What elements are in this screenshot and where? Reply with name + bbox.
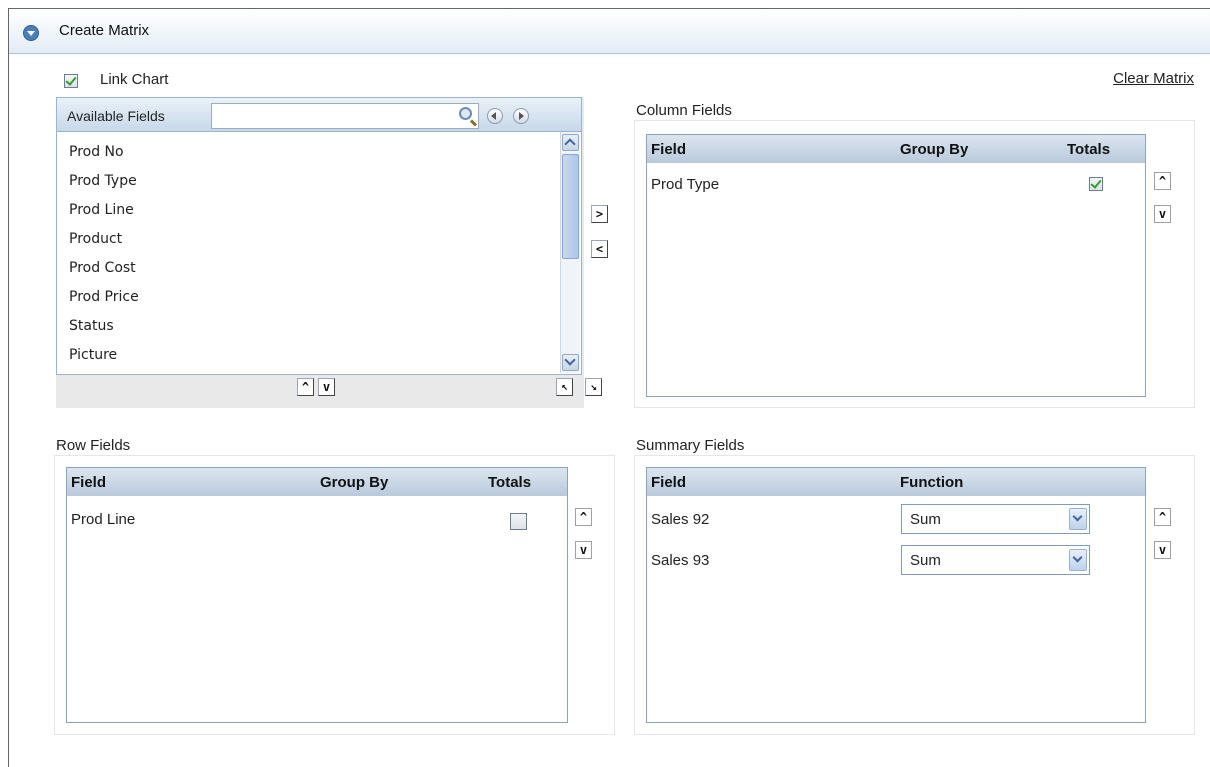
scroll-down-icon[interactable] [562, 354, 579, 371]
column-fields-grid[interactable]: Field Group By Totals Prod Type [646, 134, 1146, 397]
summary-fields-title: Summary Fields [636, 437, 745, 454]
available-fields-title: Available Fields [67, 108, 165, 124]
remove-field-button[interactable]: < [591, 240, 608, 258]
totals-checkbox[interactable] [510, 513, 527, 530]
clear-matrix-link[interactable]: Clear Matrix [1113, 70, 1194, 87]
summary-fields-grid[interactable]: Field Function Sales 92 Sum Sales 93 Sum [646, 467, 1146, 723]
move-item-up-button[interactable]: ^ [297, 378, 314, 396]
list-scrollbar[interactable] [560, 132, 580, 373]
list-item[interactable]: Prod Line [69, 202, 134, 218]
list-item[interactable]: Prod Price [69, 289, 139, 305]
collapse-toggle-icon[interactable] [23, 25, 39, 41]
function-select-value: Sum [910, 552, 941, 569]
available-fields-list[interactable]: Prod No Prod Type Prod Line Product Prod… [56, 132, 582, 375]
list-item[interactable]: Product [69, 231, 122, 247]
link-chart-checkbox[interactable] [64, 74, 78, 88]
available-fields-panel: Available Fields Prod No Prod Type Prod … [56, 97, 584, 408]
table-row-field[interactable]: Sales 93 [651, 552, 709, 569]
panel-title: Create Matrix [59, 22, 150, 39]
table-row-field[interactable]: Sales 92 [651, 511, 709, 528]
table-row-field[interactable]: Prod Type [651, 176, 719, 193]
list-item[interactable]: Prod Type [69, 173, 137, 189]
function-select[interactable]: Sum [901, 504, 1090, 534]
header-field[interactable]: Field [651, 141, 686, 158]
move-item-down-button[interactable]: v [318, 378, 335, 396]
list-item[interactable]: Prod Cost [69, 260, 136, 276]
available-fields-header: Available Fields [56, 97, 582, 132]
scroll-up-icon[interactable] [562, 134, 579, 151]
next-page-icon[interactable] [513, 108, 529, 124]
header-totals[interactable]: Totals [488, 474, 531, 491]
list-item[interactable]: Prod No [69, 144, 124, 160]
column-fields-title: Column Fields [636, 102, 732, 119]
header-function[interactable]: Function [900, 474, 963, 491]
column-move-up-button[interactable]: ^ [1154, 172, 1171, 190]
previous-page-icon[interactable] [487, 108, 503, 124]
search-icon[interactable] [459, 107, 472, 120]
row-move-down-button[interactable]: v [575, 541, 592, 559]
table-row-field[interactable]: Prod Line [71, 511, 135, 528]
row-fields-title: Row Fields [56, 437, 131, 454]
link-chart-label: Link Chart [100, 71, 169, 88]
summary-move-down-button[interactable]: v [1154, 541, 1171, 559]
shrink-list-icon[interactable]: ↘ [585, 378, 602, 396]
field-search-input[interactable] [211, 103, 479, 129]
header-totals[interactable]: Totals [1067, 141, 1110, 158]
header-group-by[interactable]: Group By [320, 474, 388, 491]
header-field[interactable]: Field [71, 474, 106, 491]
list-item[interactable]: Picture [69, 347, 117, 363]
function-select-value: Sum [910, 511, 941, 528]
add-field-button[interactable]: > [591, 205, 608, 223]
header-group-by[interactable]: Group By [900, 141, 968, 158]
scroll-thumb[interactable] [562, 154, 579, 259]
row-fields-grid[interactable]: Field Group By Totals Prod Line [66, 467, 568, 723]
chevron-down-icon[interactable] [1069, 508, 1087, 530]
row-move-up-button[interactable]: ^ [575, 508, 592, 526]
list-item[interactable]: Status [69, 318, 114, 334]
chevron-down-icon[interactable] [1069, 549, 1087, 571]
expand-list-icon[interactable]: ↖ [556, 378, 573, 396]
totals-checkbox[interactable] [1089, 177, 1103, 191]
grid-header: Field Group By Totals [67, 468, 567, 496]
summary-move-up-button[interactable]: ^ [1154, 508, 1171, 526]
grid-header: Field Function [647, 468, 1145, 496]
function-select[interactable]: Sum [901, 545, 1090, 575]
panel-header: Create Matrix [9, 9, 1210, 54]
header-field[interactable]: Field [651, 474, 686, 491]
column-move-down-button[interactable]: v [1154, 205, 1171, 223]
grid-header: Field Group By Totals [647, 135, 1145, 163]
